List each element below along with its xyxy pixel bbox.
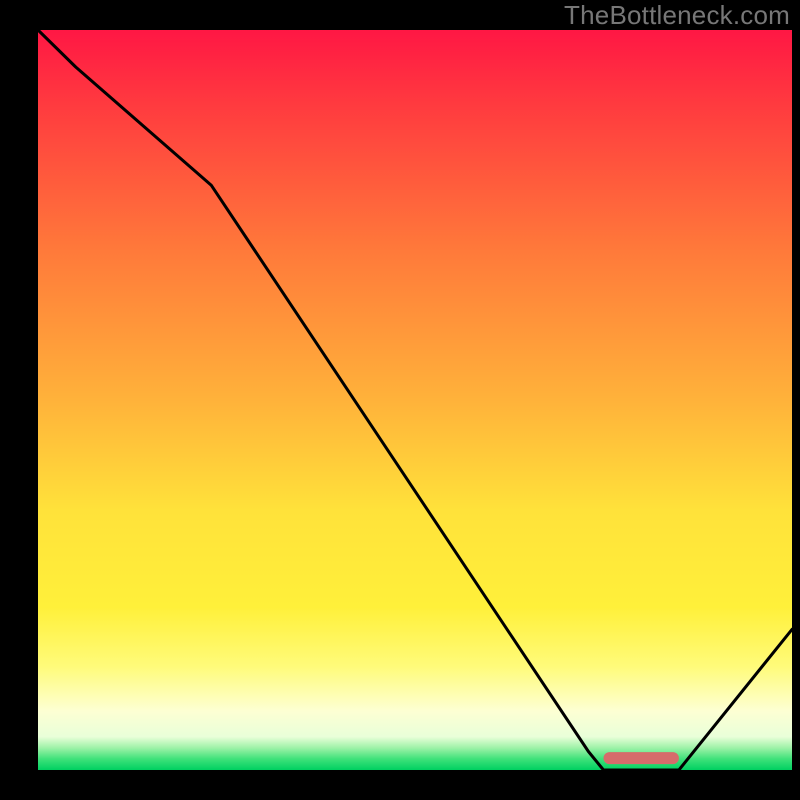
chart-svg (0, 0, 800, 800)
chart-frame: TheBottleneck.com (0, 0, 800, 800)
optimal-range-marker (604, 752, 679, 764)
attribution-label: TheBottleneck.com (564, 0, 790, 31)
plot-area (38, 30, 792, 770)
